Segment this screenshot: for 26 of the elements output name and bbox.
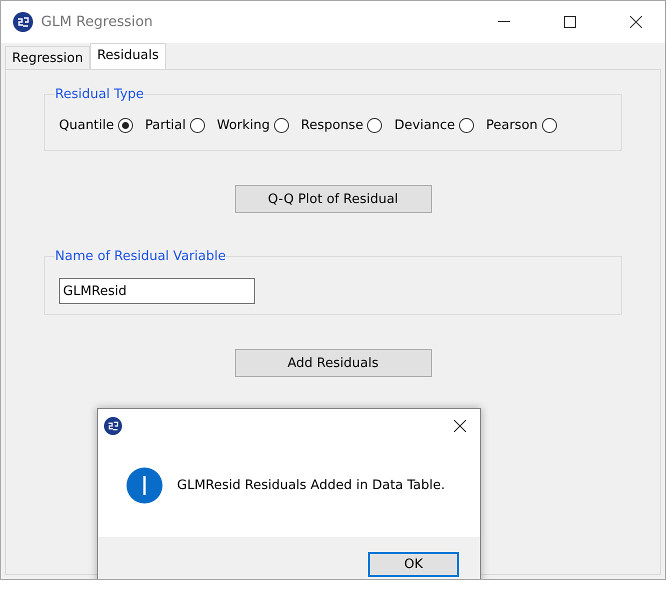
group-legend: Name of Residual Variable [55,249,226,264]
tab[interactable]: Residuals [90,43,166,69]
radio-button[interactable] [118,118,133,133]
radio-label: Partial [145,118,186,133]
radio-button[interactable] [459,118,474,133]
ok-button[interactable]: OK [368,552,459,576]
radio-label: Deviance [394,118,455,133]
radio-button[interactable] [367,118,382,133]
radio-label: Working [216,118,270,133]
close-icon[interactable] [454,420,466,432]
app-logo-icon [13,12,33,32]
radio-button[interactable] [274,118,289,133]
dialog-message: GLMResid Residuals Added in Data Table. [177,478,446,492]
radio-button[interactable] [190,118,205,133]
window-title: GLM Regression [41,14,154,30]
input-field[interactable]: GLMResid [59,278,255,304]
add-residuals-button[interactable]: Add Residuals [234,349,432,377]
radio-label: Quantile [59,118,114,133]
radio-label: Pearson [486,118,538,133]
radio-label: Response [300,118,364,133]
info-icon [126,466,163,504]
radio-button[interactable] [542,118,557,133]
app-logo-icon [104,417,122,435]
qq-plot-button[interactable]: Q-Q Plot of Residual [234,185,432,213]
group-legend: Residual Type [55,87,144,102]
tab[interactable]: Regression [5,46,90,69]
